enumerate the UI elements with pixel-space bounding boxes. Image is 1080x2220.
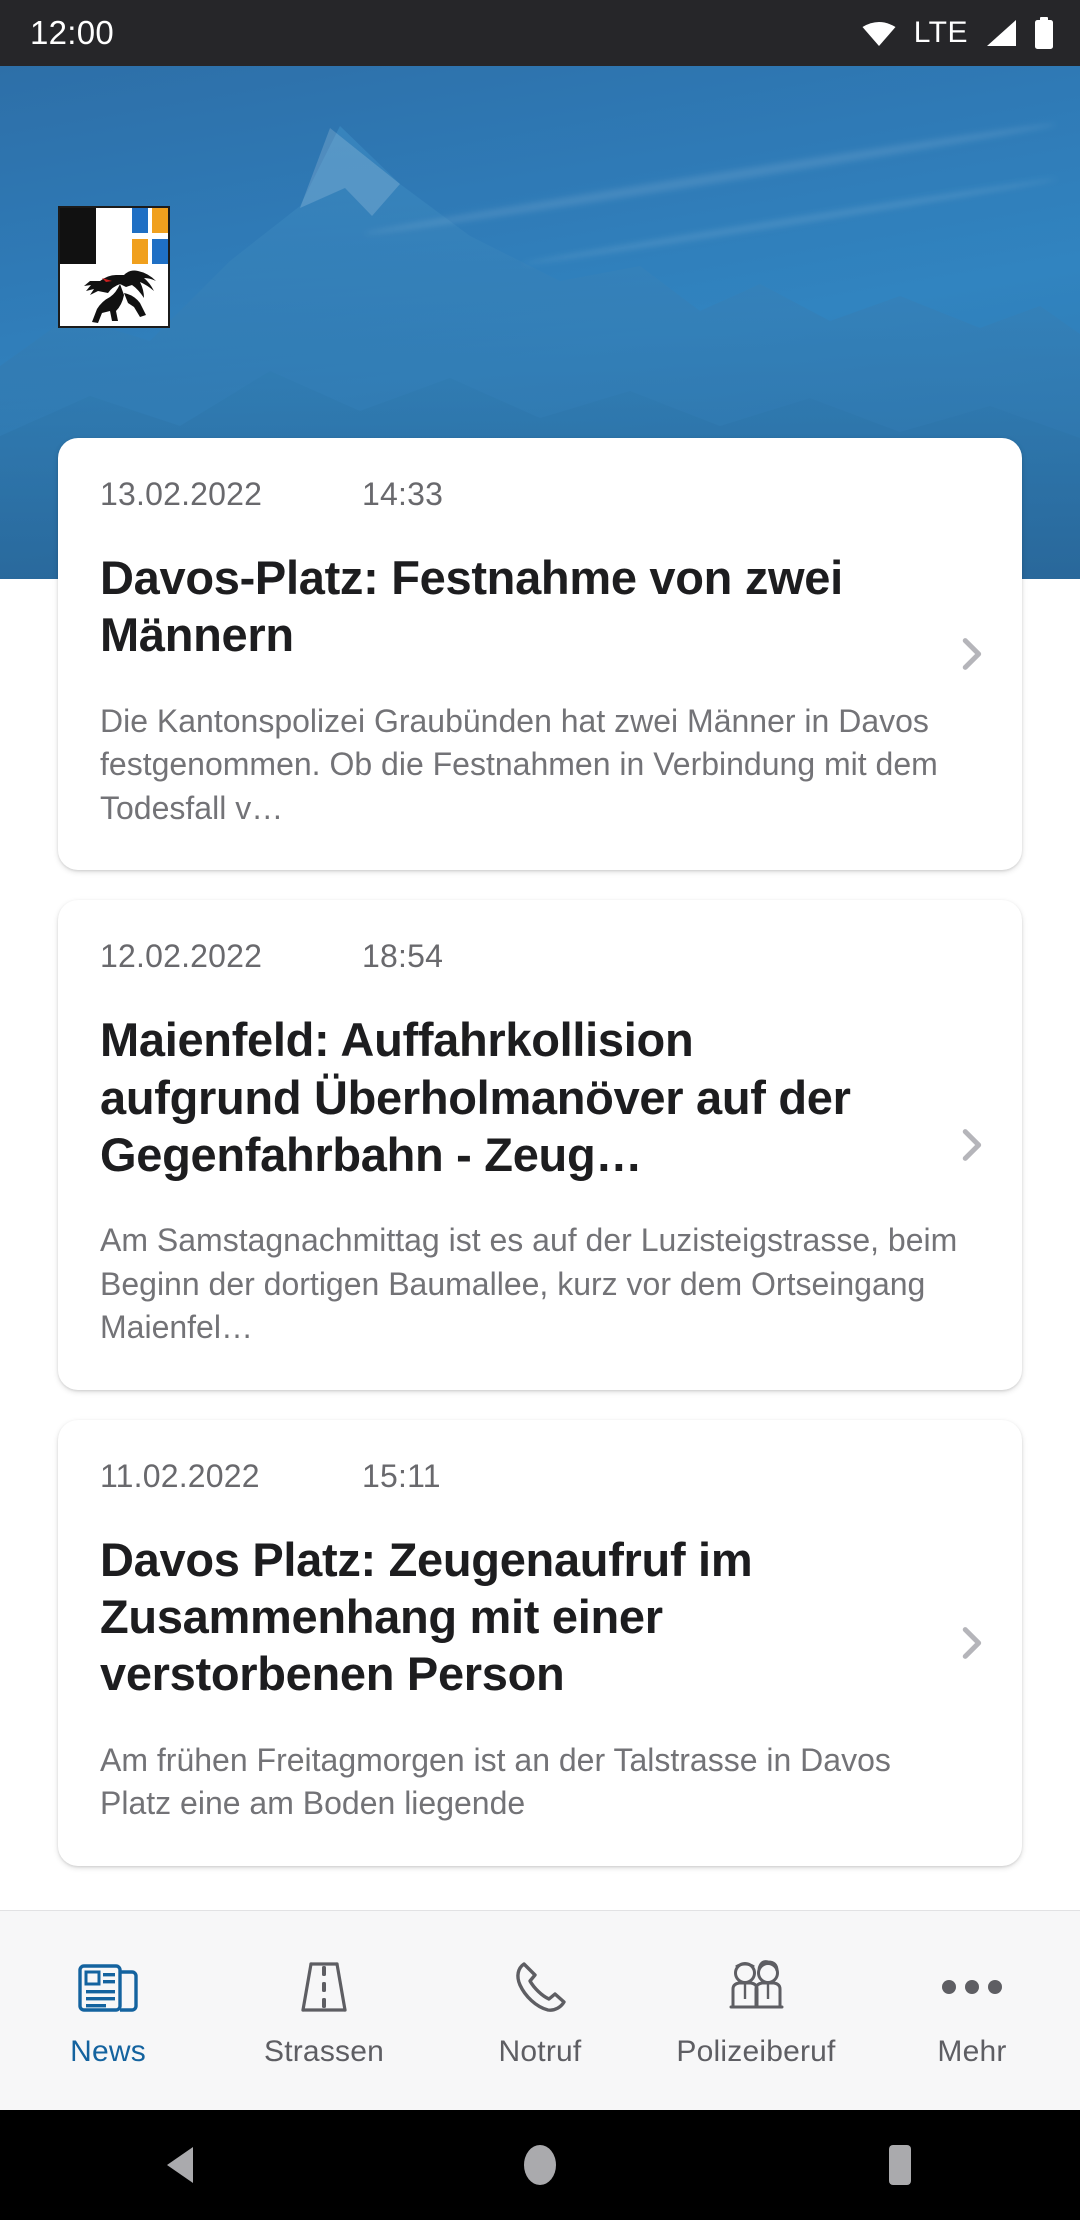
network-label: LTE (913, 16, 968, 49)
coat-black-field (60, 208, 96, 264)
ibex-icon (84, 270, 156, 323)
news-title: Maienfeld: Auffahrkollision aufgrund Übe… (100, 1013, 851, 1181)
news-card[interactable]: 11.02.2022 15:11 Davos Platz: Zeugenaufr… (58, 1419, 1022, 1866)
news-meta: 13.02.2022 14:33 (100, 476, 980, 513)
signal-icon (987, 20, 1016, 46)
news-date: 12.02.2022 (100, 938, 263, 975)
people-icon (723, 1953, 789, 2021)
road-icon (295, 1953, 353, 2021)
tab-notruf[interactable]: Notruf (432, 1911, 648, 2110)
news-time: 14:33 (362, 476, 444, 512)
phone-icon (510, 1953, 570, 2021)
tab-label-polizeiberuf: Polizeiberuf (676, 2034, 836, 2068)
triangle-back-icon (167, 2147, 193, 2183)
tab-polizeiberuf[interactable]: Polizeiberuf (648, 1911, 864, 2110)
tab-label-mehr: Mehr (937, 2034, 1007, 2068)
tab-strassen[interactable]: Strassen (216, 1911, 432, 2110)
home-button[interactable] (360, 2142, 720, 2188)
chevron-right-icon[interactable] (948, 1122, 994, 1168)
coat-quarter (131, 239, 148, 264)
square-recents-icon (889, 2145, 911, 2185)
chevron-right-icon[interactable] (948, 631, 994, 677)
news-card[interactable]: 13.02.2022 14:33 Davos-Platz: Festnahme … (58, 438, 1022, 871)
coat-quarter (152, 208, 168, 233)
recents-button[interactable] (720, 2142, 1080, 2188)
bottom-tab-bar: News Strassen Notruf Polizeiberuf Mehr (0, 1910, 1080, 2110)
battery-icon (1035, 17, 1053, 49)
news-time: 15:11 (362, 1457, 441, 1494)
news-date: 13.02.2022 (100, 476, 263, 512)
news-date: 11.02.2022 (100, 1457, 260, 1494)
status-bar: 12:00 LTE (0, 0, 1080, 66)
circle-home-icon (524, 2145, 556, 2185)
coat-quarter (152, 239, 168, 264)
news-card[interactable]: 12.02.2022 18:54 Maienfeld: Auffahrkolli… (58, 900, 1022, 1390)
tab-mehr[interactable]: Mehr (864, 1911, 1080, 2110)
wifi-icon (862, 22, 896, 46)
news-summary: Am Samstagnachmittag ist es auf der Luzi… (100, 1222, 958, 1346)
news-title: Davos-Platz: Festnahme von zwei Männern (100, 551, 843, 662)
coat-upper-half (60, 208, 168, 264)
graubuenden-coat-of-arms-logo (58, 206, 170, 328)
coat-white-field (95, 208, 132, 264)
tab-label-strassen: Strassen (264, 2034, 384, 2068)
news-meta: 12.02.2022 18:54 (100, 938, 980, 975)
news-time: 18:54 (362, 938, 444, 975)
coat-cross-field (131, 208, 168, 264)
news-summary: Die Kantonspolizei Graubünden hat zwei M… (100, 702, 938, 826)
coat-quarter (131, 208, 148, 233)
tab-news[interactable]: News (0, 1911, 216, 2110)
newspaper-icon (77, 1953, 139, 2021)
chevron-right-icon[interactable] (948, 1620, 994, 1666)
android-nav-bar (0, 2110, 1080, 2220)
news-summary: Am frühen Freitagmorgen ist an der Talst… (100, 1741, 891, 1822)
ellipsis-icon (939, 1953, 1005, 2021)
tab-label-news: News (70, 2034, 146, 2068)
tab-label-notruf: Notruf (498, 2034, 582, 2068)
status-clock: 12:00 (30, 14, 115, 51)
coat-lower-half (60, 264, 168, 326)
back-button[interactable] (0, 2144, 360, 2186)
phone-screen: 12:00 LTE 13.02.2022 14:33 Davos-Platz: … (0, 0, 1080, 2220)
coat-cross-horizontal (131, 232, 168, 240)
news-meta: 11.02.2022 15:11 (100, 1458, 980, 1495)
status-icons: LTE (861, 16, 1054, 50)
news-title: Davos Platz: Zeugenaufruf im Zusammenhan… (100, 1532, 753, 1701)
